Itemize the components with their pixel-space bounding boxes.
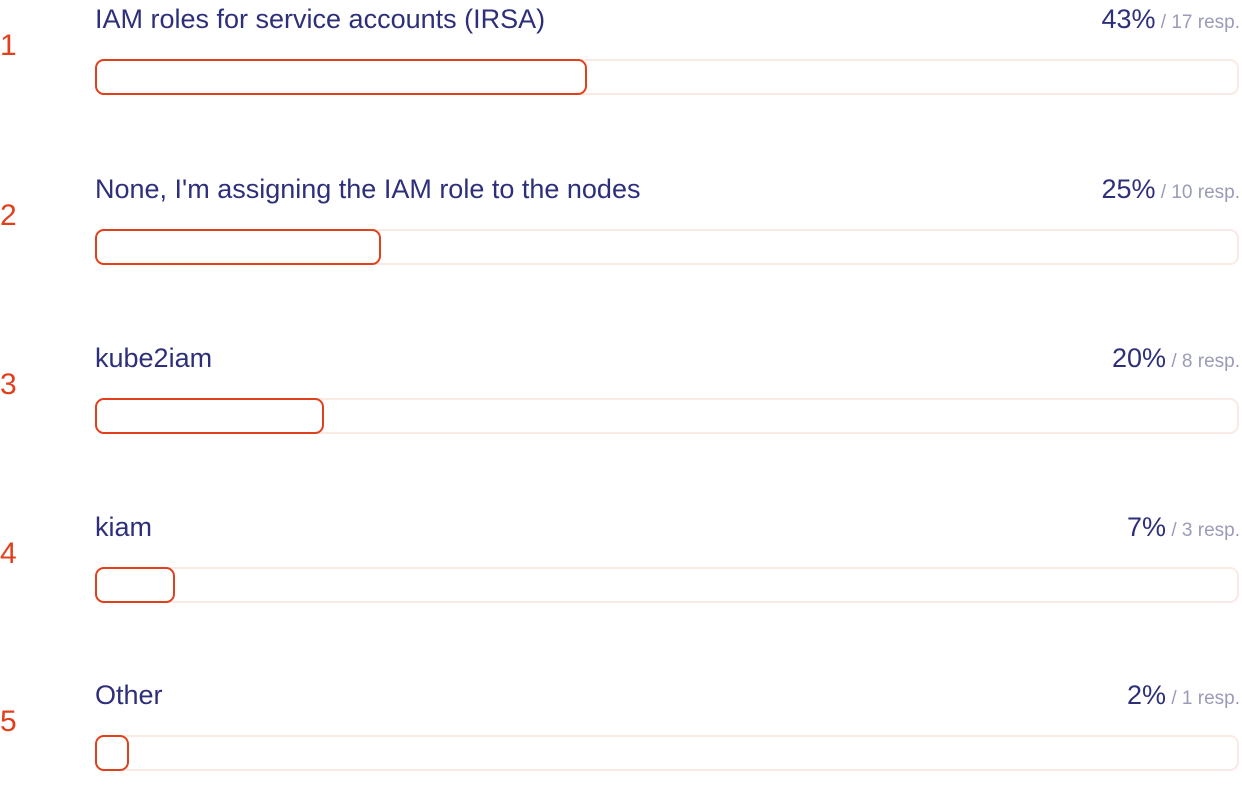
bar-track [95,567,1239,603]
bar-fill [95,567,175,603]
option-label: kiam [95,512,153,542]
result-row: 1 IAM roles for service accounts (IRSA) 43… [0,0,1242,110]
response-count: 8 [1181,351,1193,372]
result-row: 5 Other 2% / 1 resp. [0,676,1242,786]
response-unit: resp. [1192,520,1240,541]
percent-label: 43% [1101,4,1156,34]
survey-results: 1 IAM roles for service accounts (IRSA) 43… [0,0,1242,771]
bar-fill [95,735,129,771]
percent-label: 7% [1127,512,1167,542]
rank-number: 3 [0,368,17,401]
option-stat: 43% / 17 resp. [1101,0,1240,43]
option-label: None, I'm assigning the IAM role to the … [95,174,641,204]
rank-number: 2 [0,199,17,232]
separator: / [1155,12,1172,33]
percent-label: 20% [1112,343,1167,373]
response-count: 1 [1181,688,1193,709]
option-stat: 20% / 8 resp. [1112,339,1240,382]
response-count: 10 [1171,182,1193,203]
result-row: 3 kube2iam 20% / 8 resp. [0,339,1242,449]
percent-label: 25% [1101,174,1156,204]
separator: / [1166,520,1182,541]
response-unit: resp. [1192,688,1240,709]
rank-number: 5 [0,705,17,738]
result-row: 2 None, I'm assigning the IAM role to the… [0,170,1242,280]
bar-fill [95,229,381,265]
bar-track [95,735,1239,771]
option-label: IAM roles for service accounts (IRSA) [95,4,546,34]
response-count: 17 [1171,12,1193,33]
percent-label: 2% [1127,680,1167,710]
option-stat: 25% / 10 resp. [1101,170,1240,213]
option-stat: 2% / 1 resp. [1127,676,1240,719]
separator: / [1155,182,1172,203]
separator: / [1166,351,1182,372]
separator: / [1166,688,1182,709]
option-stat: 7% / 3 resp. [1127,508,1240,551]
option-label: Other [95,680,163,710]
response-count: 3 [1181,520,1193,541]
response-unit: resp. [1192,182,1240,203]
response-unit: resp. [1192,351,1240,372]
result-row: 4 kiam 7% / 3 resp. [0,508,1242,618]
option-label: kube2iam [95,343,213,373]
rank-number: 4 [0,537,17,570]
response-unit: resp. [1192,12,1240,33]
bar-fill [95,398,324,434]
bar-fill [95,59,587,95]
rank-number: 1 [0,29,17,62]
